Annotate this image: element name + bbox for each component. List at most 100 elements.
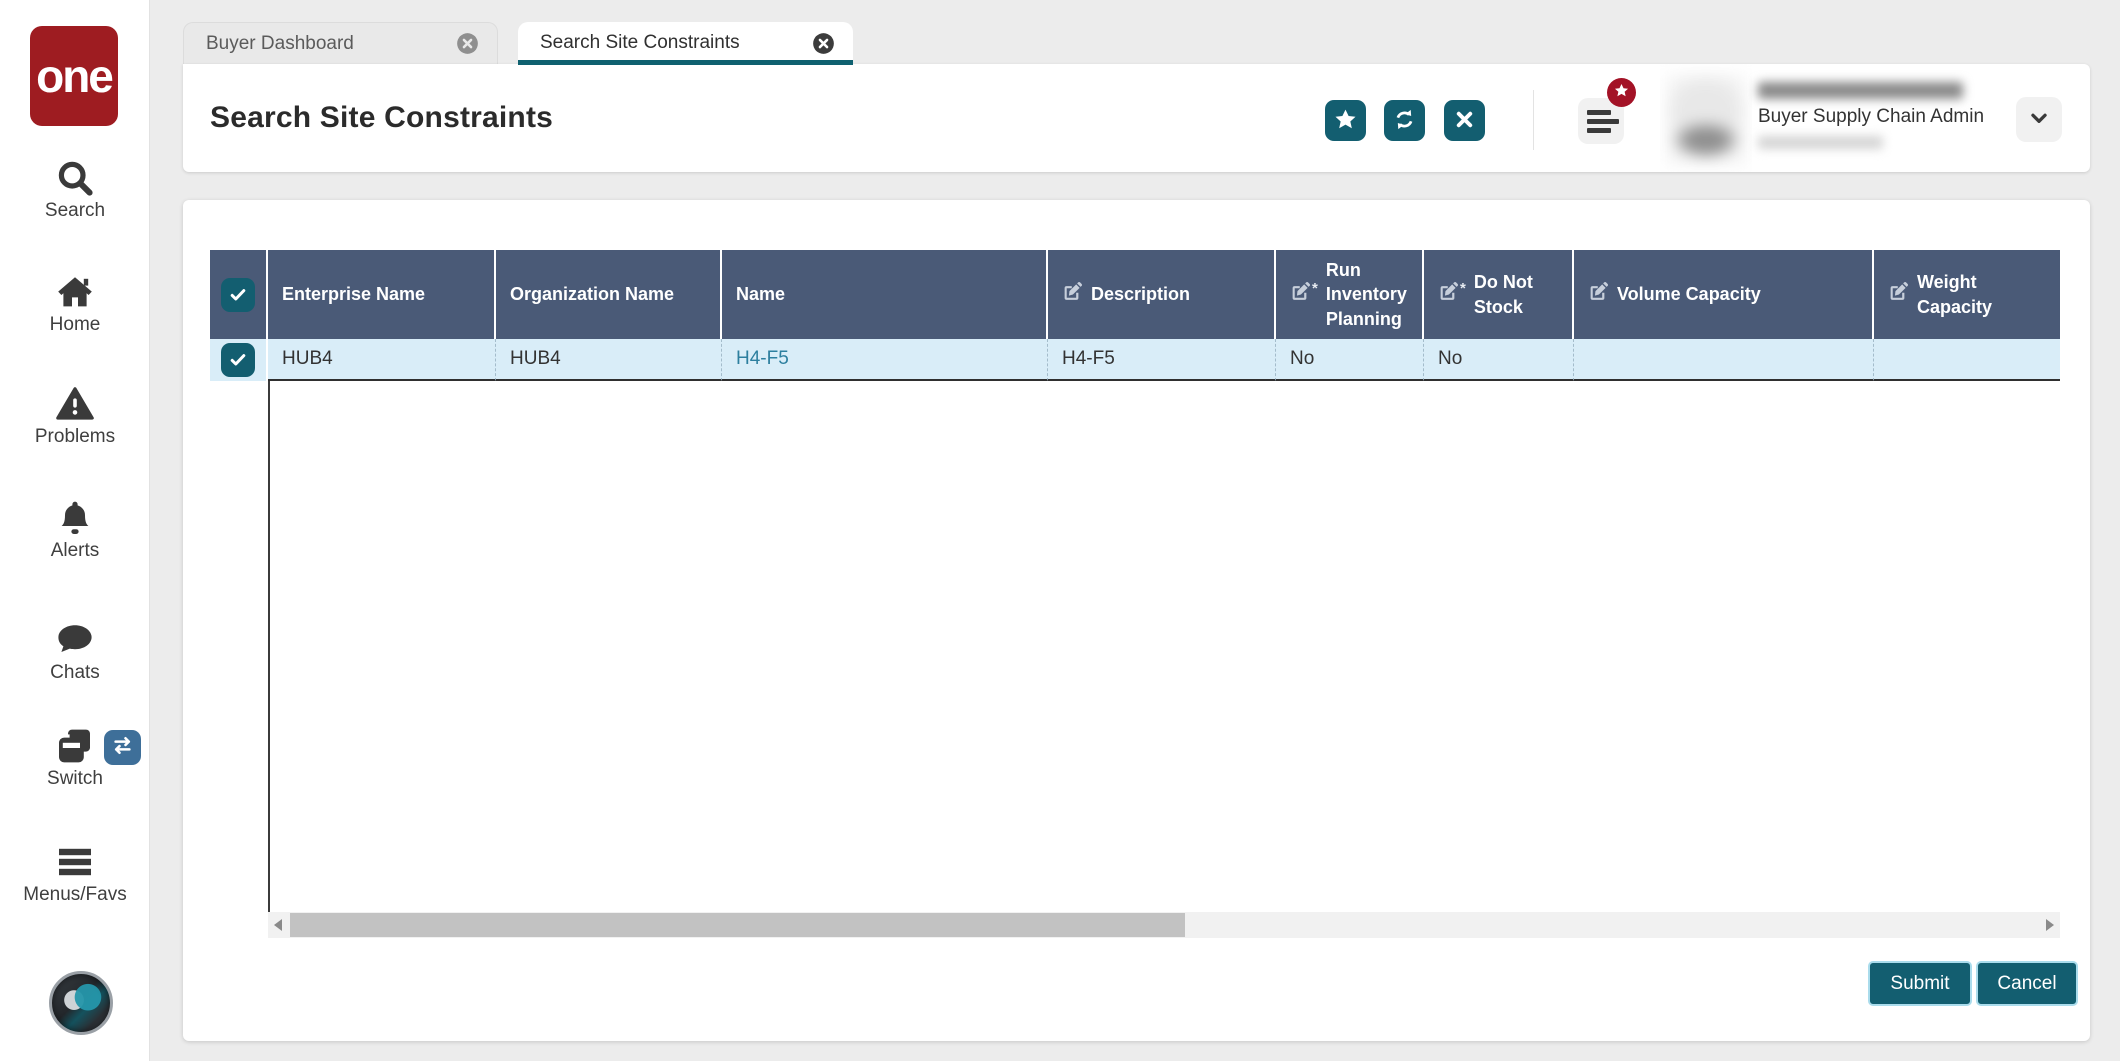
swap-arrows-icon	[111, 734, 134, 762]
table-row: HUB4 HUB4 H4-F5 H4-F5 No No	[210, 339, 2060, 381]
sidebar-item-label: Switch	[47, 768, 103, 789]
column-header-description[interactable]: Description	[1048, 250, 1276, 339]
column-label: Organization Name	[510, 284, 675, 305]
column-header-name[interactable]: Name	[722, 250, 1048, 339]
sidebar-item-search[interactable]: Search	[0, 158, 150, 222]
user-menu-dropdown-button[interactable]	[2016, 97, 2062, 142]
user-avatar[interactable]	[49, 971, 113, 1035]
menu-bar	[1587, 118, 1619, 124]
column-label: Enterprise Name	[282, 284, 426, 305]
edit-icon	[1888, 281, 1909, 308]
sidebar-item-label: Menus/Favs	[23, 884, 127, 905]
scroll-right-arrow[interactable]	[2046, 919, 2054, 931]
cell-value: HUB4	[510, 348, 561, 369]
table-header-row: Enterprise Name Organization Name Name D…	[210, 250, 2060, 339]
submit-button[interactable]: Submit	[1870, 963, 1970, 1004]
cancel-button[interactable]: Cancel	[1978, 963, 2076, 1004]
column-header-run-inventory-planning[interactable]: * Run Inventory Planning	[1276, 250, 1424, 339]
site-link[interactable]: H4-F5	[736, 348, 789, 370]
cell-value: No	[1290, 348, 1315, 369]
user-role: Buyer Supply Chain Admin	[1758, 106, 1985, 127]
cell-description: H4-F5	[1048, 339, 1276, 381]
sidebar-item-label: Search	[44, 200, 106, 221]
refresh-button[interactable]	[1384, 100, 1425, 141]
column-header-organization-name[interactable]: Organization Name	[496, 250, 722, 339]
cell-name: H4-F5	[722, 339, 1048, 381]
sidebar-item-menus-favs[interactable]: Menus/Favs	[0, 842, 150, 906]
cell-do-not-stock: No	[1424, 339, 1574, 381]
close-page-button[interactable]	[1444, 100, 1485, 141]
refresh-icon	[1393, 108, 1416, 134]
column-header-enterprise-name[interactable]: Enterprise Name	[268, 250, 496, 339]
search-icon	[0, 158, 150, 200]
active-tab-underline	[518, 60, 853, 65]
table-left-border	[268, 381, 270, 912]
cell-value: No	[1438, 348, 1463, 369]
profile-photo[interactable]	[1660, 64, 1752, 172]
switch-version-badge[interactable]	[104, 730, 141, 765]
star-icon	[1334, 108, 1357, 134]
sidebar-item-label: Alerts	[50, 540, 100, 561]
select-all-header-cell	[210, 250, 268, 339]
cell-enterprise-name: HUB4	[268, 339, 496, 381]
edit-icon	[1438, 281, 1459, 308]
cell-weight-capacity	[1874, 339, 2060, 381]
column-header-volume-capacity[interactable]: Volume Capacity	[1574, 250, 1874, 339]
sidebar-item-problems[interactable]: Problems	[0, 384, 150, 448]
row-select-cell	[210, 339, 268, 381]
column-label: Name	[736, 284, 786, 305]
horizontal-scrollbar[interactable]	[268, 912, 2060, 938]
scroll-left-arrow[interactable]	[274, 919, 282, 931]
tab-label: Buyer Dashboard	[206, 32, 354, 54]
page-title: Search Site Constraints	[210, 101, 554, 134]
edit-icon	[1588, 281, 1609, 308]
tab-close-icon[interactable]	[456, 32, 479, 55]
close-icon	[1453, 108, 1476, 134]
cell-run-inventory-planning: No	[1276, 339, 1424, 381]
cell-organization-name: HUB4	[496, 339, 722, 381]
favorites-badge[interactable]	[1607, 78, 1636, 107]
blurred-photo	[1666, 74, 1746, 166]
chevron-down-icon	[2028, 107, 2050, 132]
sidebar-item-label: Chats	[50, 662, 100, 683]
column-header-do-not-stock[interactable]: * Do Not Stock	[1424, 250, 1574, 339]
column-label: Do Not Stock	[1473, 272, 1533, 317]
redacted-user-detail	[1758, 136, 1883, 149]
cell-value: H4-F5	[1062, 348, 1115, 369]
star-icon	[1614, 83, 1629, 103]
sidebar-item-home[interactable]: Home	[0, 272, 150, 336]
app-root: one Search Home Problems Alerts Chats Sw…	[0, 0, 2120, 1061]
select-all-checkbox[interactable]	[221, 277, 255, 312]
tab-buyer-dashboard[interactable]: Buyer Dashboard	[183, 22, 498, 64]
column-header-weight-capacity[interactable]: Weight Capacity	[1874, 250, 2060, 339]
one-logo[interactable]: one	[30, 26, 118, 126]
sidebar: one Search Home Problems Alerts Chats Sw…	[0, 0, 150, 1061]
tab-close-icon[interactable]	[812, 32, 835, 55]
header-divider	[1533, 90, 1534, 150]
tab-label: Search Site Constraints	[540, 32, 740, 53]
column-label: Run Inventory Planning	[1325, 260, 1407, 329]
content-card: Enterprise Name Organization Name Name D…	[183, 200, 2090, 1041]
chat-bubble-icon	[0, 620, 150, 662]
favorite-button[interactable]	[1325, 100, 1366, 141]
column-label: Volume Capacity	[1617, 284, 1761, 305]
redacted-user-name	[1758, 82, 1963, 99]
sidebar-item-label: Home	[49, 314, 101, 335]
warning-triangle-icon	[0, 384, 150, 426]
column-label: Description	[1091, 284, 1191, 305]
row-checkbox[interactable]	[221, 343, 255, 377]
page-header: Search Site Constraints Buyer Supply Cha…	[183, 64, 2090, 172]
sidebar-item-label: Problems	[34, 426, 116, 447]
edit-icon	[1290, 281, 1311, 308]
sidebar-item-chats[interactable]: Chats	[0, 620, 150, 684]
edit-icon	[1062, 281, 1083, 308]
cell-value: HUB4	[282, 348, 333, 369]
required-asterisk: *	[1312, 279, 1318, 297]
bell-icon	[0, 498, 150, 540]
required-asterisk: *	[1460, 279, 1466, 297]
scrollbar-thumb[interactable]	[290, 913, 1185, 937]
cell-volume-capacity	[1574, 339, 1874, 381]
tab-search-site-constraints[interactable]: Search Site Constraints	[518, 22, 853, 65]
sidebar-item-alerts[interactable]: Alerts	[0, 498, 150, 562]
user-info[interactable]: Buyer Supply Chain Admin	[1758, 78, 2018, 149]
